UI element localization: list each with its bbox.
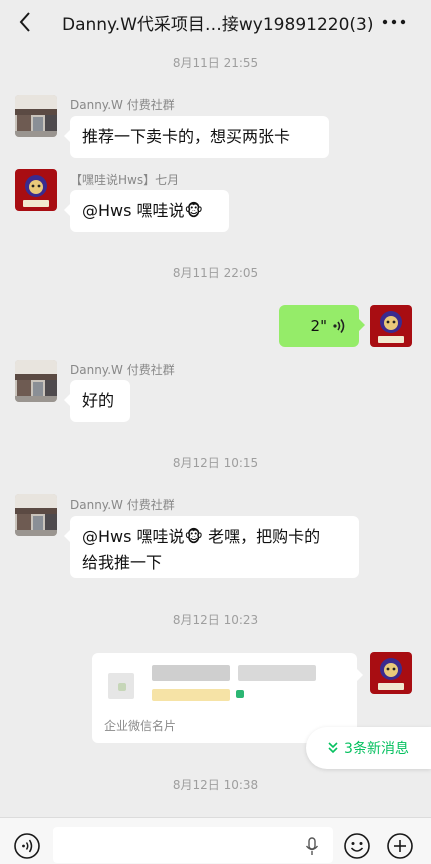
double-chevron-down-icon [328,742,338,754]
card-company-blurred [152,689,230,701]
voice-mode-icon[interactable] [14,833,40,859]
more-button[interactable] [377,6,411,38]
street-photo-avatar [15,95,57,137]
street-photo-avatar [15,360,57,402]
timestamp: 8月12日 10:23 [172,613,259,627]
message-bubble[interactable]: @Hws 嘿哇说🐵 [64,190,229,232]
card-name-blurred [238,665,316,681]
card-footer-label: 企业微信名片 [104,719,177,733]
monkey-logo-avatar [15,169,57,211]
voice-message-bubble[interactable]: 2" [279,305,365,347]
chat-title: Danny.W代采项目…接wy19891220(3) [62,15,374,35]
sender-name: Danny.W 付费社群 [70,98,175,112]
chat-header: Danny.W代采项目…接wy19891220(3) [0,0,431,44]
avatar-danny[interactable] [15,95,57,137]
sender-name: Danny.W 付费社群 [70,498,175,512]
timestamp: 8月11日 21:55 [172,56,259,70]
card-status-dot [236,690,244,698]
monkey-logo-avatar [370,652,412,694]
card-name-blurred [152,665,230,681]
sender-name: 【嘿哇说Hws】七月 [70,173,180,187]
input-bar [0,817,431,864]
avatar-danny[interactable] [15,360,57,402]
avatar-self[interactable] [370,305,412,347]
message-line: 给我推一下 [82,553,163,572]
card-avatar-blurred [108,673,134,699]
message-bubble[interactable]: @Hws 嘿哇说🐵 老嘿，把购卡的 给我推一下 [64,516,359,578]
microphone-icon[interactable] [305,837,319,857]
plus-icon[interactable] [387,833,413,859]
voice-duration: 2" [310,317,327,335]
street-photo-avatar [15,494,57,536]
new-messages-label: 3条新消息 [344,741,409,757]
timestamp: 8月11日 22:05 [172,266,259,280]
message-bubble[interactable]: 推荐一下卖卡的，想买两张卡 [64,116,329,158]
back-button[interactable] [10,6,40,38]
emoji-icon[interactable] [344,833,370,859]
avatar-hws[interactable] [15,169,57,211]
chevron-left-icon [19,12,30,32]
more-dots-icon [382,19,406,25]
message-bubble[interactable]: 好的 [64,380,130,422]
monkey-logo-avatar [370,305,412,347]
timestamp: 8月12日 10:15 [172,456,259,470]
message-input[interactable] [53,827,333,863]
sender-name: Danny.W 付费社群 [70,363,175,377]
voice-wave-icon [333,319,345,333]
message-line: @Hws 嘿哇说🐵 老嘿，把购卡的 [82,527,321,546]
new-messages-button[interactable]: 3条新消息 [306,727,431,769]
avatar-self[interactable] [370,652,412,694]
timestamp: 8月12日 10:38 [172,778,259,792]
avatar-danny[interactable] [15,494,57,536]
